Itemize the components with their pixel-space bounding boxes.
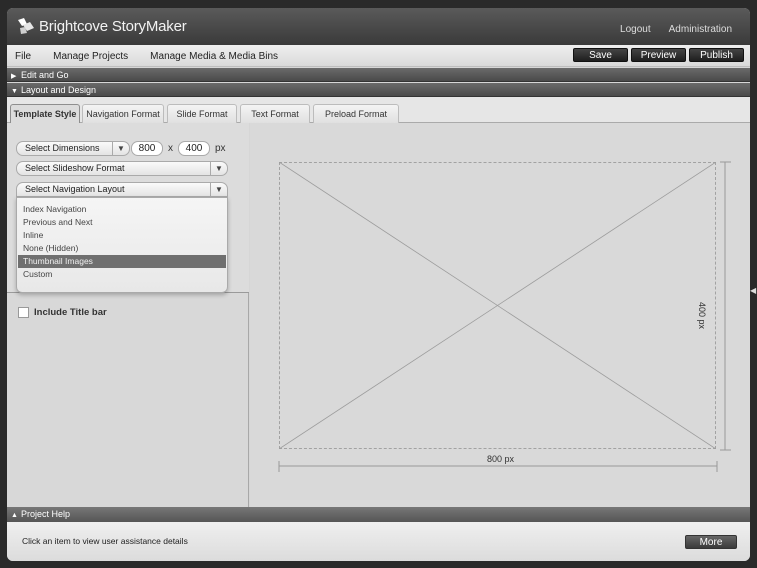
help-area: Click an item to view user assistance de… xyxy=(7,522,750,561)
menu-manage-media[interactable]: Manage Media & Media Bins xyxy=(150,51,278,62)
include-title-bar-checkbox[interactable] xyxy=(18,307,29,318)
canvas-height-label: 400 px xyxy=(697,302,707,330)
include-title-bar-label: Include Title bar xyxy=(34,307,107,318)
menu-file[interactable]: File xyxy=(15,51,31,62)
triangle-up-icon: ▲ xyxy=(11,512,18,519)
tab-text-format[interactable]: Text Format xyxy=(240,104,310,123)
canvas-width-label: 800 px xyxy=(487,454,515,464)
option-custom[interactable]: Custom xyxy=(18,268,226,281)
width-input[interactable]: 800 xyxy=(131,141,163,156)
brightcove-logo-icon xyxy=(18,18,34,34)
navigation-layout-dropdown: Index Navigation Previous and Next Inlin… xyxy=(16,197,228,293)
dimension-guides xyxy=(278,161,731,472)
chevron-down-icon: ▼ xyxy=(210,162,227,175)
tab-slide-format[interactable]: Slide Format xyxy=(167,104,237,123)
triangle-right-icon: ▶ xyxy=(11,73,17,80)
option-thumbnail-images[interactable]: Thumbnail Images xyxy=(18,255,226,268)
tab-preload-format[interactable]: Preload Format xyxy=(313,104,399,123)
chevron-down-icon: ▼ xyxy=(210,183,227,196)
select-dimensions-label: Select Dimensions xyxy=(25,143,100,153)
more-button[interactable]: More xyxy=(685,535,737,549)
app-window: Brightcove StoryMaker Logout Administrat… xyxy=(7,8,750,561)
logout-link[interactable]: Logout xyxy=(620,24,651,35)
help-text: Click an item to view user assistance de… xyxy=(22,536,188,546)
select-slideshow-format[interactable]: Select Slideshow Format ▼ xyxy=(16,161,228,176)
top-bar: Brightcove StoryMaker Logout Administrat… xyxy=(7,8,750,45)
option-none-hidden[interactable]: None (Hidden) xyxy=(18,242,226,255)
administration-link[interactable]: Administration xyxy=(669,24,732,35)
height-input[interactable]: 400 xyxy=(178,141,210,156)
dimension-separator: x xyxy=(168,143,173,154)
panel-collapse-icon[interactable]: ◀ xyxy=(750,286,756,295)
edit-and-go-section[interactable]: ▶ Edit and Go xyxy=(7,68,750,82)
select-navigation-layout-label: Select Navigation Layout xyxy=(25,184,125,194)
select-slideshow-format-label: Select Slideshow Format xyxy=(25,163,125,173)
project-help-section[interactable]: ▲ Project Help xyxy=(7,507,750,522)
layout-and-design-label: Layout and Design xyxy=(21,85,97,95)
select-navigation-layout[interactable]: Select Navigation Layout ▼ xyxy=(16,182,228,197)
option-index-navigation[interactable]: Index Navigation xyxy=(18,203,226,216)
layout-and-design-section[interactable]: ▼ Layout and Design xyxy=(7,83,750,97)
preview-button[interactable]: Preview xyxy=(631,48,686,62)
publish-button[interactable]: Publish xyxy=(689,48,744,62)
edit-and-go-label: Edit and Go xyxy=(21,70,69,80)
tab-navigation-format[interactable]: Navigation Format xyxy=(82,104,164,123)
brand: Brightcove StoryMaker xyxy=(16,16,187,36)
option-previous-and-next[interactable]: Previous and Next xyxy=(18,216,226,229)
app-title: Brightcove StoryMaker xyxy=(39,17,187,35)
chevron-down-icon: ▼ xyxy=(112,142,129,155)
menu-bar: File Manage Projects Manage Media & Medi… xyxy=(7,45,750,67)
project-help-label: Project Help xyxy=(21,509,71,519)
menu-manage-projects[interactable]: Manage Projects xyxy=(53,51,128,62)
option-inline[interactable]: Inline xyxy=(18,229,226,242)
dimension-unit: px xyxy=(215,143,226,154)
tab-template-style[interactable]: Template Style xyxy=(10,104,80,124)
format-tabs: Template Style Navigation Format Slide F… xyxy=(7,97,750,124)
save-button[interactable]: Save xyxy=(573,48,628,62)
select-dimensions[interactable]: Select Dimensions ▼ xyxy=(16,141,130,156)
